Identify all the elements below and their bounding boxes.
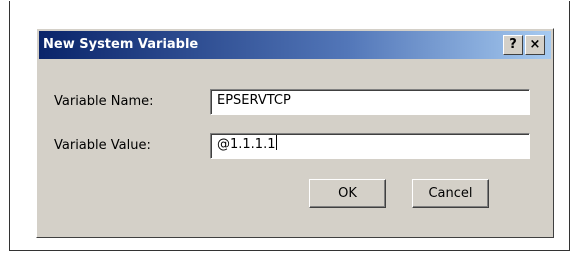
variable-value-input[interactable]: @1.1.1.1 (210, 133, 530, 159)
variable-name-value: EPSERVTCP (217, 93, 291, 108)
help-icon: ? (509, 37, 517, 52)
dialog-title: New System Variable (43, 37, 199, 52)
new-system-variable-dialog: New System Variable ? × Variable Name: E… (36, 28, 554, 238)
ok-button[interactable]: OK (309, 179, 386, 208)
text-caret (276, 135, 278, 150)
variable-value-label: Variable Value: (54, 138, 151, 153)
variable-value-value: @1.1.1.1 (217, 137, 276, 152)
help-button[interactable]: ? (503, 35, 523, 55)
cancel-button[interactable]: Cancel (412, 179, 489, 208)
variable-name-input[interactable]: EPSERVTCP (210, 89, 530, 115)
close-button[interactable]: × (525, 35, 545, 55)
title-bar[interactable]: New System Variable ? × (39, 31, 551, 59)
variable-name-label: Variable Name: (54, 94, 154, 109)
close-icon: × (529, 37, 541, 52)
